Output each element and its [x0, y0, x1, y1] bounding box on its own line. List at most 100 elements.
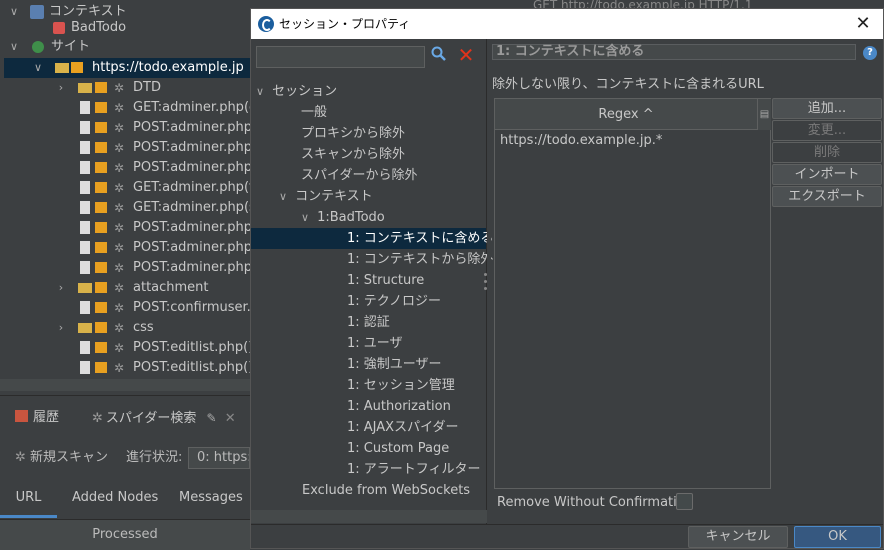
column-header-regex[interactable]: Regex ^ — [495, 99, 757, 130]
bottom-panel: 履歴 ✲スパイダー検索 ✎ ✕ ✲ 新規スキャン 進行状況: 0: https:… — [0, 395, 250, 550]
nav-search-input[interactable] — [256, 46, 425, 68]
tree-row-attachment[interactable]: › ✲ attachment — [0, 278, 250, 298]
chevron-down-icon: ∨ — [279, 190, 288, 203]
chevron-down-icon: ∨ — [256, 85, 265, 98]
tab-url[interactable]: URL — [0, 478, 57, 518]
import-button[interactable]: インポート — [772, 164, 882, 185]
tree-row-leaf[interactable]: ✲ POST:confirmuser.p — [0, 298, 259, 318]
file-icon — [80, 161, 90, 174]
settings-nav: ✕ ∨ セッション 一般 プロキシから除外 スキャンから除外 スパイダーから除外 … — [251, 39, 493, 524]
tab-messages[interactable]: Messages — [179, 478, 243, 518]
tree-row-leaf[interactable]: ✲ POST:adminer.php(s — [0, 258, 264, 278]
tree-row-leaf[interactable]: ✲ GET:adminer.php(db — [0, 98, 266, 118]
modify-button[interactable]: 変更... — [772, 120, 882, 141]
search-icon[interactable] — [431, 46, 449, 66]
tree-row-label: POST:adminer.php(s — [133, 220, 264, 235]
tree-row-css[interactable]: › ✲ css — [0, 318, 250, 338]
nav-item-session-management[interactable]: 1: セッション管理 — [347, 375, 455, 396]
nav-item-exclude-proxy[interactable]: プロキシから除外 — [301, 123, 405, 144]
ok-button[interactable]: OK — [794, 526, 881, 548]
close-button[interactable]: ✕ — [843, 9, 883, 39]
chevron-right-icon[interactable]: › — [53, 318, 69, 338]
nav-item-authentication[interactable]: 1: 認証 — [347, 312, 390, 333]
spider-icon: ✲ — [92, 411, 103, 426]
tree-row-leaf[interactable]: ✲ GET:adminer.php(file — [0, 178, 269, 198]
progress-select[interactable]: 0: https:/ — [188, 447, 250, 469]
nav-item-exclude-from-context[interactable]: 1: コンテキストから除外 — [347, 249, 493, 270]
file-icon — [80, 261, 90, 274]
tree-row-label: css — [133, 320, 154, 335]
column-header-processed[interactable]: Processed — [0, 519, 250, 550]
file-icon — [80, 341, 90, 354]
tree-row-leaf[interactable]: ✲ POST:editlist.php()( — [0, 358, 258, 378]
nav-item-ajax-spider[interactable]: 1: AJAXスパイダー — [347, 417, 459, 438]
chevron-right-icon[interactable]: › — [53, 78, 69, 98]
cancel-button[interactable]: キャンセル — [688, 526, 788, 548]
tree-row-leaf[interactable]: ✲ POST:adminer.php(d — [0, 118, 265, 138]
tree-row-label: POST:editlist.php()( — [133, 360, 259, 375]
spider-icon: ✲ — [114, 101, 125, 115]
export-button[interactable]: エクスポート — [772, 186, 882, 207]
tree-row-label: POST:adminer.php(d — [133, 140, 266, 155]
tree-row-sites[interactable]: ∨ サイト — [0, 37, 250, 57]
nav-item-authorization[interactable]: 1: Authorization — [347, 396, 451, 417]
nav-item-context-badtodo[interactable]: ∨ 1:BadTodo — [301, 207, 385, 228]
footer-divider — [251, 524, 883, 525]
new-scan-button[interactable]: ✲ 新規スキャン — [15, 440, 108, 476]
tree-row-leaf[interactable]: ✲ POST:adminer.php(d — [0, 158, 265, 178]
pin-icon[interactable]: ✎ — [207, 411, 217, 425]
split-pane-divider[interactable] — [487, 39, 491, 524]
table-row[interactable]: https://todo.example.jp.* — [500, 132, 662, 150]
tree-row-label: DTD — [133, 80, 161, 95]
dialog-titlebar[interactable]: セッション・プロパティ ✕ — [251, 9, 883, 39]
nav-item-alert-filter[interactable]: 1: アラートフィルター — [347, 459, 481, 480]
tab-added-nodes[interactable]: Added Nodes — [72, 478, 158, 518]
nav-item-exclude-scan[interactable]: スキャンから除外 — [301, 144, 405, 165]
nav-item-exclude-spider[interactable]: スパイダーから除外 — [301, 165, 417, 186]
folder-icon — [78, 83, 92, 93]
tree-row-leaf[interactable]: ✲ POST:adminer.php(s — [0, 238, 264, 258]
tree-row-leaf[interactable]: ✲ POST:adminer.php(d — [0, 138, 265, 158]
nav-item-general[interactable]: 一般 — [301, 102, 327, 123]
delete-button[interactable]: 削除 — [772, 142, 882, 163]
file-icon — [80, 221, 90, 234]
nav-item-users[interactable]: 1: ユーザ — [347, 333, 403, 354]
tree-horizontal-scrollbar[interactable] — [0, 379, 250, 391]
nav-item-label: セッション — [272, 84, 338, 99]
nav-item-technology[interactable]: 1: テクノロジー — [347, 291, 441, 312]
tree-row-label: GET:adminer.php(file — [133, 180, 269, 195]
file-icon — [80, 181, 90, 194]
regex-table: Regex ^ ▤ https://todo.example.jp.* — [494, 98, 771, 489]
tree-row-label: POST:adminer.php(s — [133, 260, 264, 275]
chevron-down-icon[interactable]: ∨ — [30, 58, 46, 78]
nav-item-include-in-context[interactable]: 1: コンテキストに含める — [251, 228, 493, 249]
column-chooser-icon[interactable]: ▤ — [757, 99, 771, 130]
chevron-down-icon[interactable]: ∨ — [6, 37, 22, 57]
tree-row-leaf[interactable]: ✲ POST:editlist.php()( — [0, 338, 258, 358]
nav-item-session[interactable]: ∨ セッション — [256, 81, 337, 102]
close-icon[interactable]: ✕ — [225, 411, 236, 426]
spider-icon: ✲ — [114, 341, 125, 355]
add-button[interactable]: 追加... — [772, 98, 882, 119]
tree-row-leaf[interactable]: ✲ GET:adminer.php(se — [0, 198, 264, 218]
tree-row-dtd[interactable]: › ✲ DTD — [0, 78, 250, 98]
flag-icon — [95, 302, 107, 313]
nav-item-structure[interactable]: 1: Structure — [347, 270, 424, 291]
tab-history[interactable]: 履歴 — [15, 398, 59, 438]
tree-row-context-badtodo[interactable]: BadTodo — [0, 18, 250, 38]
nav-item-exclude-websockets[interactable]: Exclude from WebSockets — [302, 480, 470, 501]
file-icon — [80, 301, 90, 314]
calendar-icon — [15, 410, 28, 422]
spider-icon: ✲ — [114, 281, 125, 295]
nav-item-contexts[interactable]: ∨ コンテキスト — [279, 186, 373, 207]
chevron-right-icon[interactable]: › — [53, 278, 69, 298]
clear-search-icon[interactable]: ✕ — [456, 44, 476, 66]
nav-horizontal-scrollbar[interactable] — [251, 510, 487, 523]
tab-spider[interactable]: ✲ スパイダー検索 ✎ ✕ — [92, 398, 236, 438]
tree-row-site-root[interactable]: ∨ https://todo.example.jp — [4, 58, 250, 78]
nav-item-forced-user[interactable]: 1: 強制ユーザー — [347, 354, 442, 375]
remove-without-confirmation-checkbox[interactable] — [676, 493, 693, 510]
help-icon[interactable]: ? — [863, 46, 877, 60]
nav-item-custom-page[interactable]: 1: Custom Page — [347, 438, 449, 459]
tree-row-leaf[interactable]: ✲ POST:adminer.php(s — [0, 218, 264, 238]
